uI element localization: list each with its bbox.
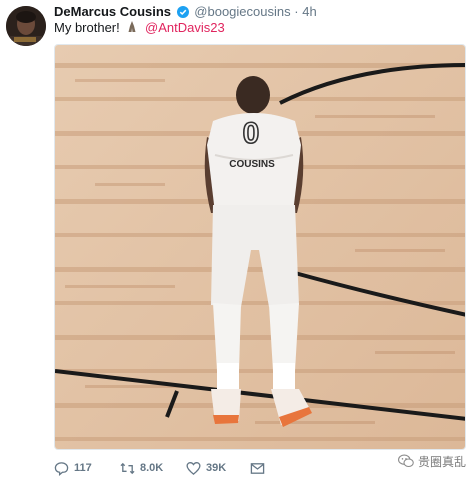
- reply-icon: [54, 461, 69, 476]
- retweet-count: 8.0K: [140, 462, 164, 474]
- separator-dot: ·: [294, 4, 299, 19]
- tweet-text-body: My brother!: [54, 20, 120, 35]
- watermark-text: 贵圈真乱: [417, 454, 466, 469]
- reply-count: 117: [74, 462, 92, 474]
- heart-icon: [186, 461, 201, 475]
- reply-button[interactable]: 117: [54, 458, 92, 478]
- author-handle[interactable]: @boogiecousins: [194, 4, 290, 19]
- basketball-court-photo: 0 COUSINS: [55, 45, 465, 449]
- praying-hands-icon: [125, 20, 139, 34]
- mention-link[interactable]: @AntDavis23: [145, 20, 225, 35]
- wechat-icon: [398, 454, 414, 468]
- verified-badge-icon: [176, 6, 189, 18]
- tweet-header: DeMarcus Cousins @boogiecousins · 4h: [54, 4, 317, 20]
- jersey-number: 0: [243, 117, 260, 150]
- retweet-button[interactable]: 8.0K: [120, 458, 163, 478]
- avatar[interactable]: [6, 6, 46, 46]
- avatar-image: [6, 6, 46, 46]
- tweet-photo[interactable]: 0 COUSINS: [54, 44, 466, 450]
- direct-message-button[interactable]: [250, 458, 265, 478]
- timestamp[interactable]: 4h: [302, 4, 316, 19]
- watermark: 贵圈真乱: [398, 450, 466, 472]
- like-button[interactable]: 39K: [186, 458, 226, 478]
- tweet-text: My brother! @AntDavis23: [54, 20, 225, 36]
- retweet-icon: [120, 462, 135, 474]
- envelope-icon: [250, 462, 265, 474]
- jersey-name: COUSINS: [229, 159, 275, 170]
- like-count: 39K: [206, 462, 227, 474]
- author-name[interactable]: DeMarcus Cousins: [54, 4, 171, 19]
